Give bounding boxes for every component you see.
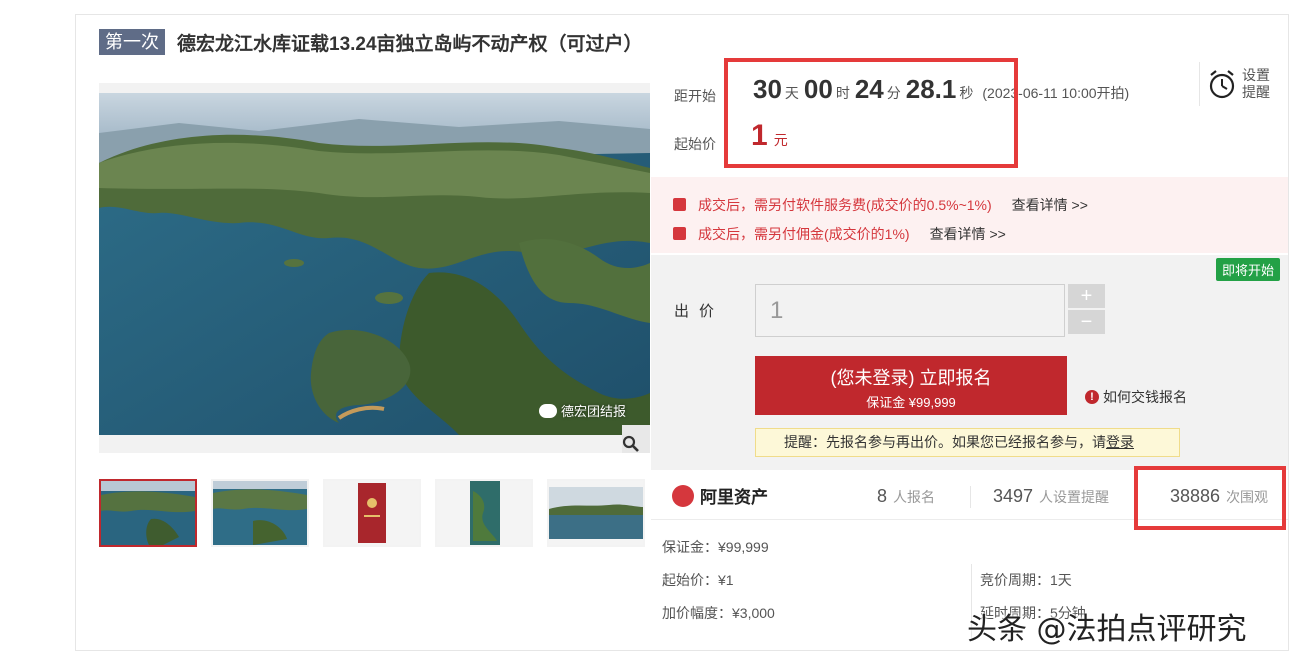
main-photo[interactable]: 德宏团结报 [99,83,650,453]
listing-title: 德宏龙江水库证载13.24亩独立岛屿不动产权（可过户） [177,33,643,55]
red-packet-icon [673,227,686,240]
bid-panel: 即将开始 出价 1 + − (您未登录) 立即报名 保证金 ¥99,999 ! … [651,255,1288,470]
how-to-pay-text: 如何交钱报名 [1103,389,1187,405]
thumbnail-lake-image [213,481,307,545]
thumbnail-4[interactable] [435,479,533,547]
bidding-cycle-detail: 竞价周期：1天 [980,572,1072,588]
reminder-stat-label: 人设置提醒 [1039,489,1110,505]
lake-aerial-image [99,93,650,435]
deposit-label: 保证金 ¥99,999 [866,395,956,410]
decrease-bid-button[interactable]: − [1068,310,1105,334]
ali-logo-icon [672,484,694,507]
magnifier-icon [622,435,639,452]
brand-name: 阿里资产 [700,488,768,507]
start-price-detail: 起始价：¥1 [662,572,734,588]
thumbnail-3[interactable] [323,479,421,547]
register-now-button[interactable]: (您未登录) 立即报名 保证金 ¥99,999 [755,356,1067,415]
fee-text: 成交后，需另付软件服务费(成交价的0.5%~1%) [698,196,992,213]
thumbnail-1[interactable] [99,479,197,547]
view-details-link[interactable]: 查看详情 >> [930,224,1006,244]
fee-notice-commission: 成交后，需另付佣金(成交价的1%) 查看详情 >> [673,219,1288,248]
alarm-clock-icon [1209,70,1235,99]
views-highlight-box [1134,466,1286,530]
fee-text: 成交后，需另付佣金(成交价的1%) [698,225,910,242]
ali-assets-logo: 阿里资产 [672,483,768,508]
thumbnail-lake-image [101,481,195,545]
registered-stat: 8 人报名 [877,486,935,507]
registered-label: 人报名 [893,489,936,505]
register-button-label: (您未登录) 立即报名 [830,368,992,388]
thumbnail-5[interactable] [547,479,645,547]
registered-count: 8 [877,486,888,506]
countdown-highlight-box [724,58,1018,168]
divider [970,486,971,508]
set-reminder-button[interactable]: 设置 提醒 [1199,62,1284,106]
bid-label: 出价 [674,303,725,320]
round-badge: 第一次 [99,29,165,55]
status-badge: 即将开始 [1215,258,1280,281]
reminder-count: 3497 [993,486,1034,506]
vertical-aerial-image [437,481,531,545]
red-packet-icon [673,198,686,211]
certificate-image [325,481,419,545]
login-link[interactable]: 登录 [1106,434,1134,450]
zoom-button[interactable] [622,425,650,453]
increment-detail: 加价幅度：¥3,000 [662,605,775,621]
listing-title-row: 第一次 德宏龙江水库证载13.24亩独立岛屿不动产权（可过户） [99,28,643,56]
toutiao-watermark: 头条 @法拍点评研究 [967,612,1247,647]
countdown-label: 距开始 [674,88,716,104]
watermark-text: 德宏团结报 [561,404,627,419]
deposit-detail: 保证金：¥99,999 [662,539,769,555]
increase-bid-button[interactable]: + [1068,284,1105,308]
wechat-icon [539,403,557,418]
fee-notice-service: 成交后，需另付软件服务费(成交价的0.5%~1%) 查看详情 >> [673,190,1288,219]
thumbnail-strip [99,479,645,547]
start-price-label: 起始价 [674,136,716,152]
hint-text: 提醒：先报名参与再出价。如果您已经报名参与，请 [784,434,1106,450]
reminder-stat: 3497 人设置提醒 [993,486,1109,507]
bid-amount-input[interactable]: 1 [755,284,1065,337]
how-to-pay-link[interactable]: ! 如何交钱报名 [1085,387,1187,407]
thumbnail-2[interactable] [211,479,309,547]
fee-notices: 成交后，需另付软件服务费(成交价的0.5%~1%) 查看详情 >> 成交后，需另… [651,177,1288,253]
bid-stepper: + − [1068,284,1105,336]
info-icon: ! [1085,390,1099,404]
lake-panorama-image [549,481,643,545]
image-watermark: 德宏团结报 [539,401,626,420]
view-details-link[interactable]: 查看详情 >> [1012,195,1088,215]
reminder-label: 设置 提醒 [1242,67,1270,100]
login-hint: 提醒：先报名参与再出价。如果您已经报名参与，请登录 [755,428,1180,457]
